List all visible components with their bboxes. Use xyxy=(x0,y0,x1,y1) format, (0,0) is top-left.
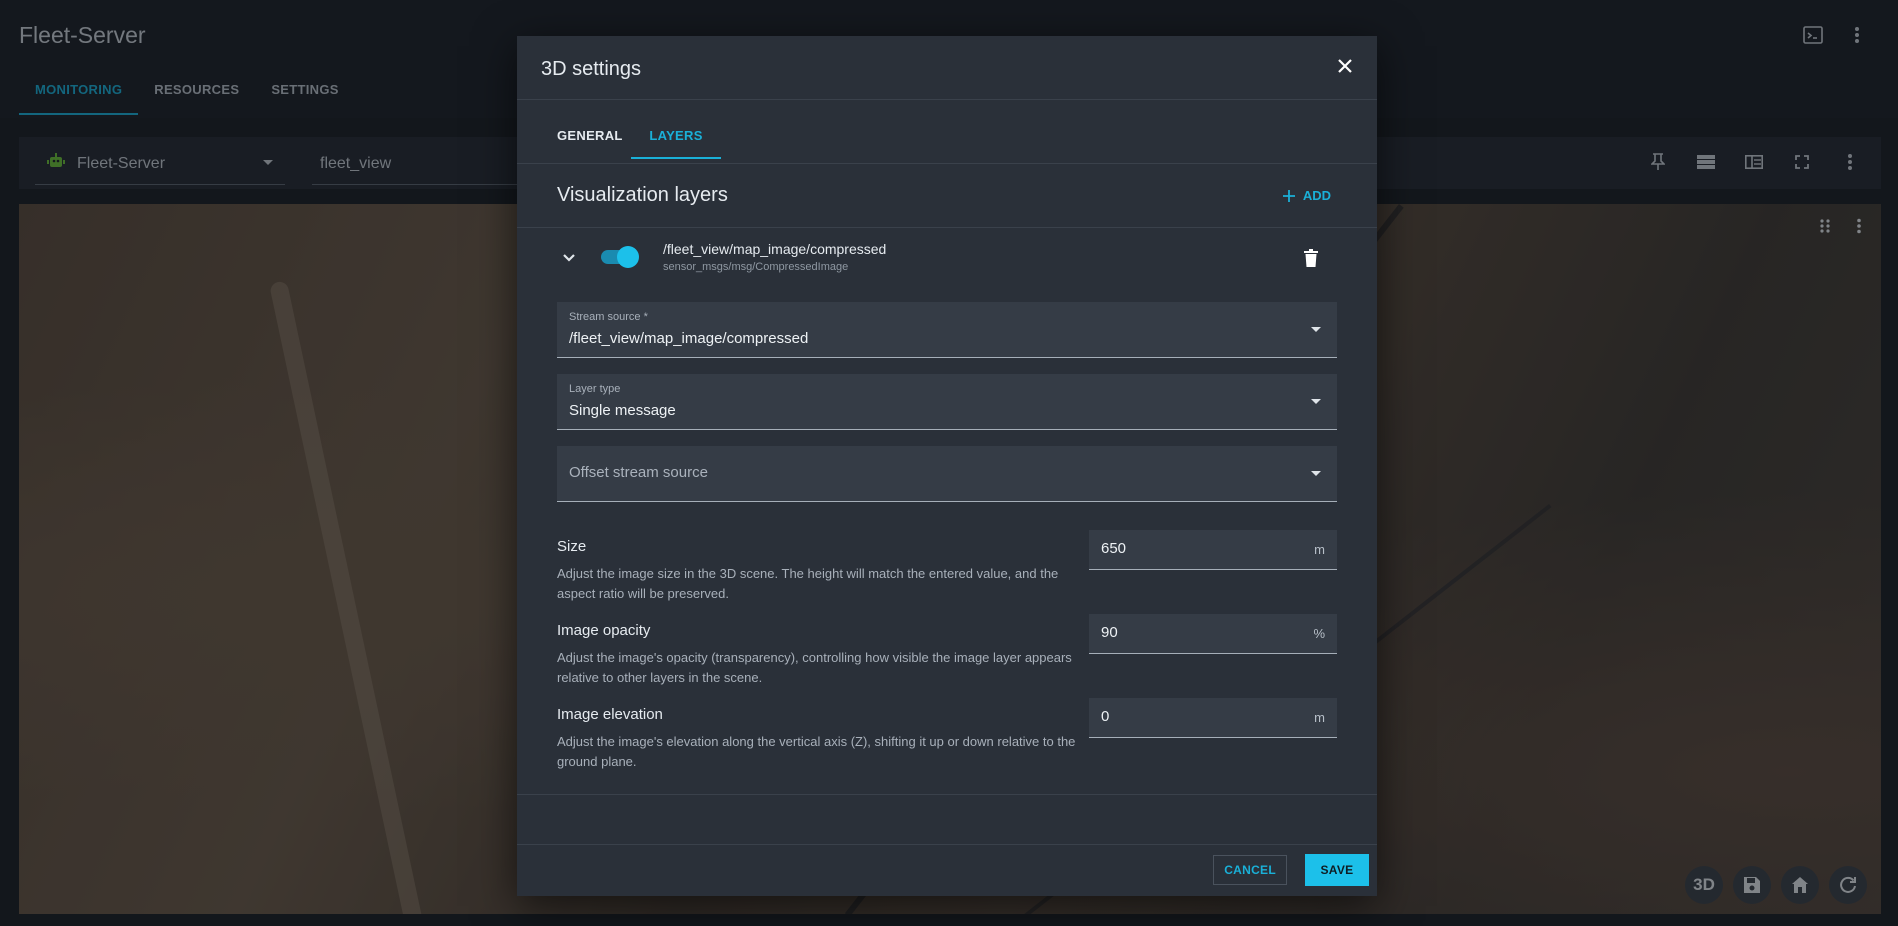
cancel-button[interactable]: CANCEL xyxy=(1213,855,1287,885)
section-title: Visualization layers xyxy=(557,184,728,206)
chevron-down-icon xyxy=(1311,471,1321,476)
stream-source-label: Stream source * xyxy=(569,311,648,323)
opacity-setting: Image opacity Adjust the image's opacity… xyxy=(557,614,1337,692)
plus-icon xyxy=(1282,189,1295,202)
opacity-unit: % xyxy=(1313,626,1325,641)
dialog-tabs: GENERAL LAYERS xyxy=(517,100,1377,164)
add-layer-button[interactable]: ADD xyxy=(1282,188,1331,203)
chevron-down-icon[interactable] xyxy=(557,246,581,270)
chevron-down-icon xyxy=(1311,327,1321,332)
toggle-knob xyxy=(617,246,639,268)
close-icon[interactable] xyxy=(1331,52,1359,80)
size-input[interactable]: 650 m xyxy=(1089,530,1337,570)
layer-type-label: Layer type xyxy=(569,383,621,395)
dialog-title: 3D settings xyxy=(541,58,642,80)
opacity-setting-name: Image opacity xyxy=(557,622,651,639)
stream-source-value: /fleet_view/map_image/compressed xyxy=(569,330,809,347)
elevation-setting-name: Image elevation xyxy=(557,706,663,723)
opacity-input[interactable]: 90 % xyxy=(1089,614,1337,654)
layer-message-type: sensor_msgs/msg/CompressedImage xyxy=(663,261,849,273)
tab-general[interactable]: GENERAL xyxy=(557,128,623,157)
elevation-input[interactable]: 0 m xyxy=(1089,698,1337,738)
offset-stream-source-placeholder: Offset stream source xyxy=(569,464,708,481)
elevation-input-value: 0 xyxy=(1101,708,1110,725)
size-input-value: 650 xyxy=(1101,540,1127,557)
stream-source-select[interactable]: Stream source * /fleet_view/map_image/co… xyxy=(557,302,1337,358)
opacity-input-value: 90 xyxy=(1101,624,1118,641)
layers-section-header: Visualization layers ADD xyxy=(517,164,1377,228)
dialog-header: 3D settings xyxy=(517,36,1377,100)
chevron-down-icon xyxy=(1311,399,1321,404)
settings-3d-dialog: 3D settings GENERAL LAYERS Visualization… xyxy=(517,36,1377,896)
save-button[interactable]: SAVE xyxy=(1305,854,1369,886)
size-setting: Size Adjust the image size in the 3D sce… xyxy=(557,530,1337,608)
trash-icon[interactable] xyxy=(1301,248,1321,268)
opacity-setting-description: Adjust the image's opacity (transparency… xyxy=(557,650,1072,685)
layer-path: /fleet_view/map_image/compressed xyxy=(663,241,887,257)
offset-stream-source-select[interactable]: Offset stream source xyxy=(557,446,1337,502)
size-setting-name: Size xyxy=(557,538,587,555)
tab-layers[interactable]: LAYERS xyxy=(631,128,721,159)
size-unit: m xyxy=(1314,542,1325,557)
layer-type-value: Single message xyxy=(569,402,676,419)
layer-enabled-toggle[interactable] xyxy=(601,246,639,268)
divider xyxy=(517,794,1377,795)
elevation-unit: m xyxy=(1314,710,1325,725)
add-layer-label: ADD xyxy=(1302,188,1331,203)
elevation-setting: Image elevation Adjust the image's eleva… xyxy=(557,698,1337,776)
layer-type-select[interactable]: Layer type Single message xyxy=(557,374,1337,430)
layer-item: /fleet_view/map_image/compressed sensor_… xyxy=(517,228,1377,288)
dialog-footer: CANCEL SAVE xyxy=(517,844,1377,896)
size-setting-description: Adjust the image size in the 3D scene. T… xyxy=(557,566,1059,601)
elevation-setting-description: Adjust the image's elevation along the v… xyxy=(557,734,1076,769)
